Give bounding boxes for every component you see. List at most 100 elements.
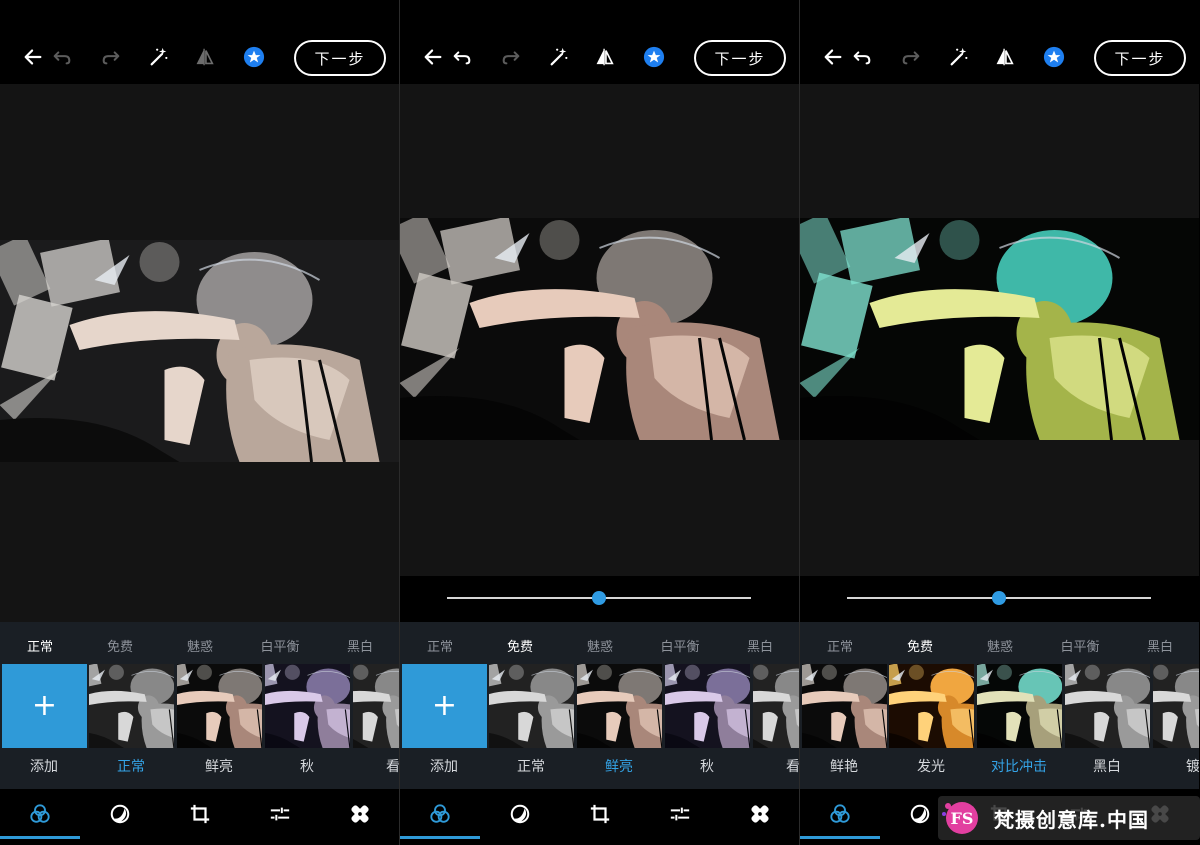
tab-filter-category[interactable]: 魅惑	[987, 636, 1013, 655]
overlay-icon[interactable]	[80, 789, 160, 839]
redo-icon[interactable]	[498, 44, 524, 70]
filter-thumbnail[interactable]	[577, 664, 662, 748]
crop-icon[interactable]	[160, 789, 240, 839]
photo-artwork	[0, 240, 399, 462]
tab-filter-category[interactable]: 白平衡	[1060, 636, 1099, 655]
filter-thumbnail[interactable]	[1153, 664, 1199, 748]
filter-thumbnail[interactable]	[1065, 664, 1150, 748]
back-arrow-icon-glyph	[424, 49, 442, 65]
intensity-slider[interactable]	[400, 576, 799, 620]
tab-filter-category[interactable]: 黑白	[347, 636, 373, 655]
filters-icon[interactable]	[400, 789, 480, 839]
thumbnail-preview	[753, 664, 799, 748]
filter-thumbnail[interactable]	[889, 664, 974, 748]
tab-filter-category[interactable]: 魅惑	[587, 636, 613, 655]
filter-thumbnail[interactable]	[89, 664, 174, 748]
magic-wand-icon[interactable]	[946, 44, 972, 70]
slider-knob[interactable]	[592, 591, 606, 605]
editor-screen-2: 下一步 正常 免费 魅惑 白平衡 黑白 + 添加 正常 鲜亮 秋 看	[400, 0, 799, 845]
crop-icon[interactable]	[560, 789, 640, 839]
undo-icon-glyph	[453, 51, 471, 65]
filters-icon[interactable]	[0, 789, 80, 839]
adjust-icon[interactable]	[640, 789, 720, 839]
compare-icon[interactable]	[992, 44, 1018, 70]
next-step-button[interactable]: 下一步	[294, 40, 386, 76]
filter-thumbnail[interactable]	[977, 664, 1062, 748]
edited-photo	[800, 218, 1199, 440]
plus-icon: +	[31, 688, 58, 723]
tab-filter-category[interactable]: 白平衡	[660, 636, 699, 655]
tab-filter-category[interactable]: 免费	[507, 636, 533, 655]
filter-category-tabs: 正常 免费 魅惑 白平衡 黑白	[800, 622, 1199, 664]
add-filter-button[interactable]: +	[2, 664, 87, 748]
next-step-button[interactable]: 下一步	[1094, 40, 1186, 76]
tab-filter-category[interactable]: 免费	[107, 636, 133, 655]
intensity-slider[interactable]	[800, 576, 1199, 620]
tab-filter-category[interactable]: 魅惑	[187, 636, 213, 655]
top-toolbar: 下一步	[800, 30, 1199, 84]
overlay-icon-glyph	[510, 804, 530, 824]
thumbnail-preview	[1153, 664, 1199, 748]
redo-icon[interactable]	[898, 44, 924, 70]
edited-photo	[400, 218, 799, 440]
filter-category-tabs: 正常 免费 魅惑 白平衡 黑白	[400, 622, 799, 664]
magic-wand-icon-glyph	[950, 47, 968, 66]
compare-icon[interactable]	[592, 44, 618, 70]
filter-name-label: 镀	[1186, 759, 1199, 775]
star-icon-glyph	[1043, 46, 1065, 68]
filter-name-label: 发光	[917, 759, 945, 775]
magic-wand-icon[interactable]	[546, 44, 572, 70]
adjust-icon[interactable]	[240, 789, 320, 839]
undo-icon[interactable]	[849, 44, 875, 70]
star-icon[interactable]	[241, 44, 267, 70]
add-filter-button[interactable]: +	[402, 664, 487, 748]
watermark-text: 梵摄创意库.中国	[994, 807, 1149, 832]
back-arrow-icon[interactable]	[820, 44, 846, 70]
star-icon[interactable]	[1041, 44, 1067, 70]
thumbnail-preview	[89, 664, 174, 748]
filter-thumbnail[interactable]	[753, 664, 799, 748]
compare-icon[interactable]	[192, 44, 218, 70]
magic-wand-icon[interactable]	[146, 44, 172, 70]
back-arrow-icon[interactable]	[420, 44, 446, 70]
filter-thumbnail[interactable]	[665, 664, 750, 748]
filter-name-label: 添加	[430, 759, 458, 775]
tab-filter-category[interactable]: 正常	[427, 636, 453, 655]
redo-icon[interactable]	[98, 44, 124, 70]
tab-filter-category[interactable]: 免费	[907, 636, 933, 655]
thumbnail-preview	[577, 664, 662, 748]
filter-thumbnail-labels: 鲜艳 发光 对比冲击 黑白 镀	[800, 756, 1199, 778]
back-arrow-icon[interactable]	[20, 44, 46, 70]
slider-knob[interactable]	[992, 591, 1006, 605]
filter-panel: 正常 免费 魅惑 白平衡 黑白 + 添加 正常 鲜亮 秋 看	[0, 622, 399, 845]
filter-thumbnail[interactable]	[177, 664, 262, 748]
next-step-button[interactable]: 下一步	[694, 40, 786, 76]
star-icon-glyph	[243, 46, 265, 68]
filter-thumbnail[interactable]	[489, 664, 574, 748]
heal-icon[interactable]	[720, 789, 799, 839]
photo-canvas	[0, 84, 399, 622]
tab-filter-category[interactable]: 白平衡	[260, 636, 299, 655]
filter-thumbnail[interactable]	[802, 664, 887, 748]
thumbnail-preview	[265, 664, 350, 748]
heal-icon[interactable]	[320, 789, 399, 839]
filter-thumbnail[interactable]	[353, 664, 399, 748]
undo-icon[interactable]	[449, 44, 475, 70]
filters-icon[interactable]	[800, 789, 880, 839]
compare-icon-glyph	[196, 48, 214, 66]
star-icon[interactable]	[641, 44, 667, 70]
back-arrow-icon-glyph	[24, 49, 42, 65]
filter-category-tabs: 正常 免费 魅惑 白平衡 黑白	[0, 622, 399, 664]
tab-filter-category[interactable]: 正常	[27, 636, 53, 655]
tab-filter-category[interactable]: 正常	[827, 636, 853, 655]
tab-filter-category[interactable]: 黑白	[747, 636, 773, 655]
plus-icon: +	[431, 688, 458, 723]
filter-thumbnail[interactable]	[265, 664, 350, 748]
overlay-icon[interactable]	[480, 789, 560, 839]
magic-wand-icon-glyph	[550, 47, 568, 66]
screens-container: 下一步 正常 免费 魅惑 白平衡 黑白 + 添加 正常 鲜亮 秋 看 下一步 正…	[0, 0, 1200, 845]
undo-icon[interactable]	[49, 44, 75, 70]
bottom-tool-nav	[0, 789, 399, 845]
tab-filter-category[interactable]: 黑白	[1147, 636, 1173, 655]
thumbnail-preview	[353, 664, 399, 748]
